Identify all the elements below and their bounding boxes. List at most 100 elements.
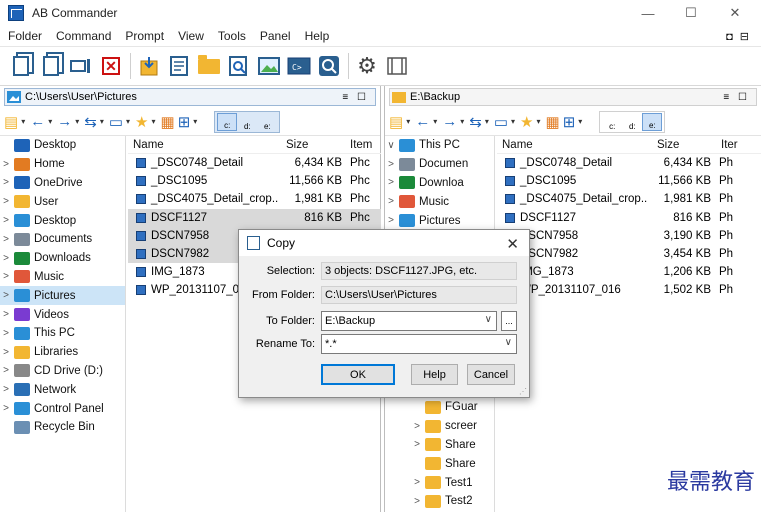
file-name-cell[interactable]: DSCF1127 (497, 212, 647, 224)
tree-item[interactable]: > Desktop (0, 211, 125, 230)
chevron-right-icon[interactable]: > (385, 159, 397, 170)
search-icon[interactable] (316, 53, 342, 79)
tree-item[interactable]: Share (411, 454, 478, 473)
tree-item[interactable]: > CD Drive (D:) (0, 362, 125, 381)
chevron-right-icon[interactable]: ∨ (385, 140, 397, 151)
file-row[interactable]: DSCF1127 816 KB Ph (497, 209, 761, 227)
right-path-bar[interactable]: E:\Backup ≡ ☐ (389, 88, 757, 106)
chevron-right-icon[interactable]: > (0, 234, 12, 245)
tree-item[interactable]: > Videos (0, 305, 125, 324)
menu-tools[interactable]: Tools (210, 29, 252, 43)
extract-icon[interactable] (136, 53, 162, 79)
minimize-button[interactable]: — (625, 0, 671, 26)
tree-item[interactable]: Recycle Bin (0, 418, 125, 437)
tree-item[interactable]: > Libraries (0, 343, 125, 362)
chevron-right-icon[interactable]: > (0, 347, 12, 358)
computer-icon[interactable]: ▭ (109, 113, 123, 131)
close-button[interactable]: ✕ (712, 0, 758, 26)
chevron-right-icon[interactable]: > (0, 253, 12, 264)
up-folder-icon[interactable]: ▤ (389, 113, 403, 131)
file-name-cell[interactable]: _DSC1095 (128, 175, 278, 187)
column-item[interactable]: Iter (719, 139, 749, 151)
drive-e[interactable]: e: (642, 112, 663, 131)
left-pane-buttons[interactable]: ≡ ☐ (342, 92, 369, 103)
copy-icon[interactable] (8, 53, 34, 79)
column-size[interactable]: Size (278, 139, 348, 151)
rename-value[interactable]: *.* (325, 338, 337, 350)
drive-e[interactable]: e: (257, 113, 277, 131)
forward-arrow-icon[interactable]: → (57, 113, 72, 130)
chevron-right-icon[interactable]: > (411, 477, 423, 488)
bookmark-folder-icon[interactable]: ▦ (161, 113, 175, 131)
chevron-right-icon[interactable]: > (0, 365, 12, 376)
to-folder-input[interactable]: E:\Backup ∨ (321, 311, 497, 331)
chevron-down-icon[interactable]: ▾ (126, 117, 130, 126)
image-viewer-icon[interactable] (256, 53, 282, 79)
layout-toggle-icons[interactable]: ◘ ⊟ (726, 30, 751, 43)
drive-c[interactable]: c: (217, 112, 238, 131)
tree-item[interactable]: > Home (0, 155, 125, 174)
tree-item[interactable]: > Share (411, 436, 478, 455)
favorites-star-icon[interactable]: ★ (520, 113, 533, 131)
rename-input[interactable]: *.* ∨ (321, 334, 517, 354)
chevron-down-icon[interactable]: ▾ (578, 117, 582, 126)
file-name-cell[interactable]: _DSC1095 (497, 175, 647, 187)
chevron-right-icon[interactable]: > (385, 196, 397, 207)
file-name-cell[interactable]: DSCF1127 (128, 212, 278, 224)
chevron-right-icon[interactable]: > (411, 496, 423, 507)
column-name[interactable]: Name (128, 139, 278, 151)
up-folder-icon[interactable]: ▤ (4, 113, 18, 131)
chevron-down-icon[interactable]: ▾ (193, 117, 197, 126)
sync-arrows-icon[interactable]: ⇆ (469, 113, 482, 131)
ok-button[interactable]: OK (321, 364, 395, 385)
resize-grip-icon[interactable]: ⋰ (519, 387, 527, 396)
menu-help[interactable]: Help (297, 29, 336, 43)
tree-item[interactable]: > This PC (0, 324, 125, 343)
tree-item[interactable]: ∨ This PC (385, 136, 494, 155)
chevron-down-icon[interactable]: ▾ (406, 117, 410, 126)
right-path-text[interactable]: E:\Backup (410, 91, 460, 103)
chevron-down-icon[interactable]: ▾ (75, 117, 79, 126)
back-arrow-icon[interactable]: ← (30, 113, 45, 130)
menu-prompt[interactable]: Prompt (117, 29, 170, 43)
left-path-text[interactable]: C:\Users\User\Pictures (25, 91, 137, 103)
chevron-down-icon[interactable]: ∨ (505, 337, 512, 348)
chevron-right-icon[interactable]: > (411, 439, 423, 450)
rename-icon[interactable] (68, 53, 94, 79)
chevron-right-icon[interactable]: > (0, 403, 12, 414)
menu-panel[interactable]: Panel (252, 29, 297, 43)
tree-item[interactable]: > Music (385, 192, 494, 211)
menu-command[interactable]: Command (48, 29, 117, 43)
back-arrow-icon[interactable]: ← (415, 113, 430, 130)
forward-arrow-icon[interactable]: → (442, 113, 457, 130)
chevron-right-icon[interactable]: > (411, 421, 423, 432)
column-size[interactable]: Size (649, 139, 719, 151)
computer-icon[interactable]: ▭ (494, 113, 508, 131)
file-row[interactable]: DSCF1127 816 KB Phc (128, 208, 381, 227)
tree-item[interactable]: Desktop (0, 136, 125, 155)
properties-icon[interactable] (166, 53, 192, 79)
file-row[interactable]: IMG_1873 1,206 KB Ph (497, 263, 761, 281)
tree-item[interactable]: > Pictures (0, 286, 125, 306)
view-grid-icon[interactable]: ⊞ (563, 113, 576, 131)
chevron-down-icon[interactable]: ▾ (511, 117, 515, 126)
file-name-cell[interactable]: _DSC4075_Detail_crop... (128, 193, 278, 205)
settings-gear-icon[interactable]: ⚙ (354, 53, 380, 79)
delete-icon[interactable]: ✕ (98, 53, 124, 79)
tree-item[interactable]: > screer (411, 417, 478, 436)
tree-item[interactable]: > Downloa (385, 174, 494, 193)
command-prompt-icon[interactable]: C> (286, 53, 312, 79)
tree-item[interactable]: > Network (0, 380, 125, 399)
chevron-right-icon[interactable]: > (0, 177, 12, 188)
chevron-right-icon[interactable]: > (385, 215, 397, 226)
file-row[interactable]: _DSC0748_Detail 6,434 KB Phc (128, 154, 381, 172)
new-folder-icon[interactable] (196, 53, 222, 79)
file-row[interactable]: _DSC4075_Detail_crop... 1,981 KB Ph (497, 190, 761, 208)
chevron-down-icon[interactable]: ▾ (460, 117, 464, 126)
chevron-right-icon[interactable]: > (0, 309, 12, 320)
column-item[interactable]: Item (348, 139, 378, 151)
move-icon[interactable] (38, 53, 64, 79)
tree-item[interactable]: > Documen (385, 155, 494, 174)
file-row[interactable]: _DSC1095 11,566 KB Ph (497, 172, 761, 190)
chevron-right-icon[interactable]: > (0, 271, 12, 282)
